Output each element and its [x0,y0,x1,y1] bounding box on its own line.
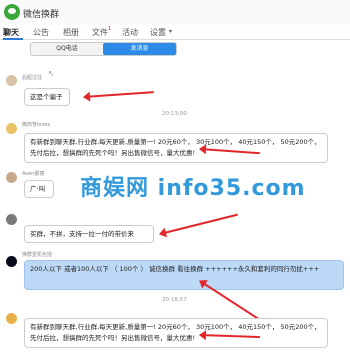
tab-events[interactable]: 活动 [122,27,138,38]
message-bubble: 广·叫 [24,180,54,198]
tab-settings[interactable]: 设置 [150,27,166,38]
timestamp: 20:18:57 [162,297,187,303]
sender-name: 微商管loves [22,122,51,128]
cursor-icon: ↖ [48,69,55,78]
red-arrow-annotation [159,213,238,235]
avatar[interactable] [6,313,17,324]
tab-bar: 聊天 公告 相册 文件 1 活动 设置 ▾ [0,25,350,40]
timestamp: 20:13:00 [162,111,187,117]
files-badge: 1 [108,26,112,32]
tab-announcement[interactable]: 公告 [33,27,49,38]
message-bubble: 买群，不拼，支持一拉一付的带价来 [24,225,154,243]
red-arrow-annotation [83,91,154,98]
message-bubble: 有新群到聊天群,行业群,每天更新,质量第一! 20元60个， 30元100个， … [24,133,328,163]
avatar[interactable] [6,123,17,134]
active-tab-indicator [3,38,23,40]
sender-name: 换群壹机包括 [22,252,53,258]
app-logo-icon [4,4,20,20]
message-bubble-highlighted: 200人以下 或者100人以下 （ 100个 ） 诚信换群 看往换群 +++++… [24,260,344,290]
watermark-text: 商娱网 info35.com [80,176,306,201]
tab-chat[interactable]: 聊天 [3,27,19,38]
action-switch: QQ电话 发消息 [30,42,177,56]
avatar[interactable] [6,75,17,86]
message-bubble: 有新群到聊天群,行业群,每天更新,质量第一! 20元60个， 30元100个， … [24,318,328,348]
tab-files[interactable]: 文件 [92,27,108,38]
avatar[interactable] [6,214,17,225]
title-bar: 微信换群 [0,0,350,25]
qq-call-button[interactable]: QQ电话 [31,43,103,55]
sender-name: Aven翟丽 [22,171,45,177]
chevron-down-icon[interactable]: ▾ [169,28,172,35]
avatar[interactable] [6,172,17,183]
tab-album[interactable]: 相册 [63,27,79,38]
avatar[interactable] [6,256,17,267]
app-title: 微信换群 [23,10,60,20]
message-bubble: 这是个骗子 [24,88,70,106]
sender-name: 后起过往 [22,75,43,81]
send-message-button[interactable]: 发消息 [103,43,176,55]
